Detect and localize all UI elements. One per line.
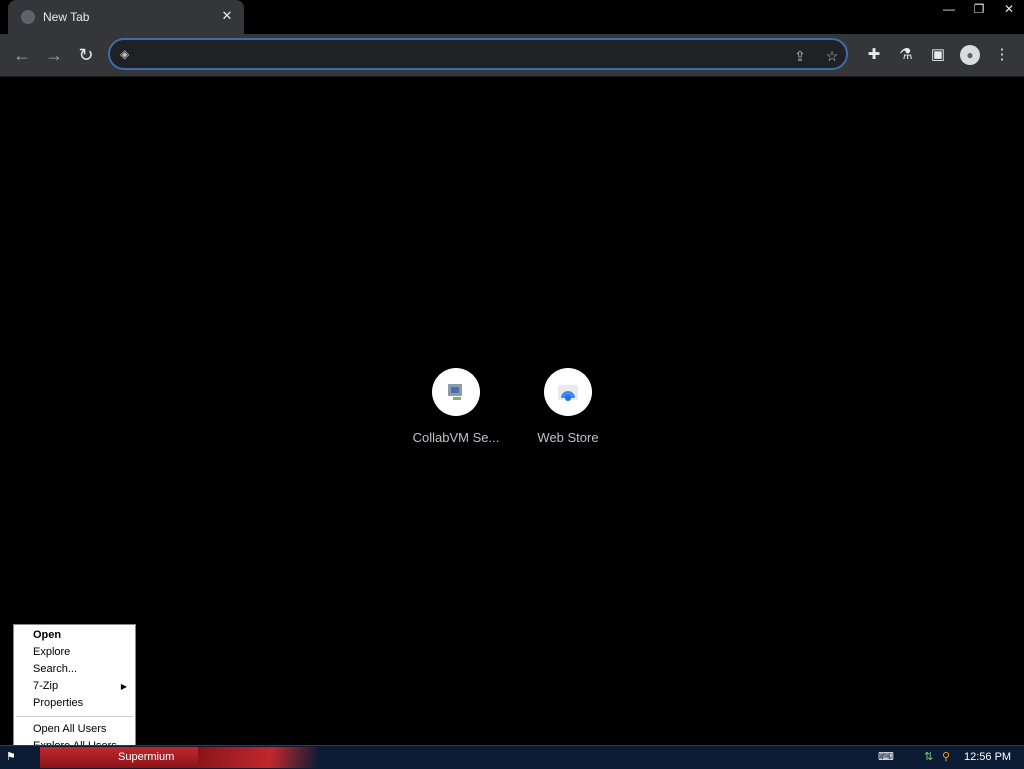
keyboard-icon[interactable]: ⌨ xyxy=(878,749,894,765)
context-menu: Open Explore Search... 7-Zip ▶ Propertie… xyxy=(13,624,136,756)
tab-close-icon[interactable]: ✕ xyxy=(218,7,236,25)
menu-item-properties[interactable]: Properties xyxy=(14,695,135,712)
back-icon[interactable]: ← xyxy=(10,43,34,67)
menu-item-open[interactable]: Open xyxy=(14,627,135,644)
address-bar[interactable]: ◈ ⇪ ☆ xyxy=(108,38,848,70)
browser-toolbar: ← → ↻ ◈ ⇪ ☆ ✚ ⚗ ▣ ● ⋮ xyxy=(0,34,1024,77)
web-store-icon xyxy=(544,368,592,416)
submenu-arrow-icon: ▶ xyxy=(120,682,127,691)
close-button[interactable]: ✕ xyxy=(994,0,1024,18)
shortcut-web-store[interactable]: Web Store xyxy=(512,368,624,445)
menu-item-explore[interactable]: Explore xyxy=(14,644,135,661)
tab-new-tab[interactable]: New Tab ✕ xyxy=(8,0,244,34)
tab-title: New Tab xyxy=(43,10,90,24)
address-input[interactable] xyxy=(140,44,784,66)
shortcut-collabvm[interactable]: CollabVM Se... xyxy=(400,368,512,445)
taskbar-decoration xyxy=(198,747,318,768)
bookmark-star-icon[interactable]: ☆ xyxy=(822,46,842,66)
forward-icon[interactable]: → xyxy=(42,43,66,67)
network-icon[interactable]: ⇅ xyxy=(924,749,933,765)
taskbar-task-supermium[interactable]: Supermium xyxy=(40,747,198,768)
window-controls: — ❐ ✕ xyxy=(934,0,1024,20)
globe-icon xyxy=(21,10,35,24)
taskbar: ⚑ Supermium ⌨ ⇅ ⚲ 12:56 PM xyxy=(0,745,1024,769)
side-panel-icon[interactable]: ▣ xyxy=(926,43,950,67)
search-tray-icon[interactable]: ⚲ xyxy=(942,749,950,765)
labs-flask-icon[interactable]: ⚗ xyxy=(894,43,918,67)
profile-avatar-icon[interactable]: ● xyxy=(960,45,980,65)
menu-item-search[interactable]: Search... xyxy=(14,661,135,678)
clock[interactable]: 12:56 PM xyxy=(964,749,1011,765)
restore-button[interactable]: ❐ xyxy=(964,0,994,18)
shortcut-label: Web Store xyxy=(537,430,599,445)
menu-kebab-icon[interactable]: ⋮ xyxy=(990,43,1014,67)
task-label: Supermium xyxy=(118,751,175,763)
title-bar: New Tab ✕ — ❐ ✕ xyxy=(0,0,1024,34)
extensions-icon[interactable]: ✚ xyxy=(862,43,886,67)
menu-item-7zip[interactable]: 7-Zip ▶ xyxy=(14,678,135,695)
share-icon[interactable]: ⇪ xyxy=(790,46,810,66)
collabvm-icon xyxy=(432,368,480,416)
minimize-button[interactable]: — xyxy=(934,0,964,18)
site-info-icon[interactable]: ◈ xyxy=(120,47,134,61)
menu-separator xyxy=(16,716,133,717)
menu-item-7zip-label: 7-Zip xyxy=(33,680,59,692)
start-button-icon[interactable]: ⚑ xyxy=(6,749,16,765)
menu-item-open-all-users[interactable]: Open All Users xyxy=(14,721,135,738)
shortcut-label: CollabVM Se... xyxy=(412,430,500,445)
reload-icon[interactable]: ↻ xyxy=(74,43,98,67)
